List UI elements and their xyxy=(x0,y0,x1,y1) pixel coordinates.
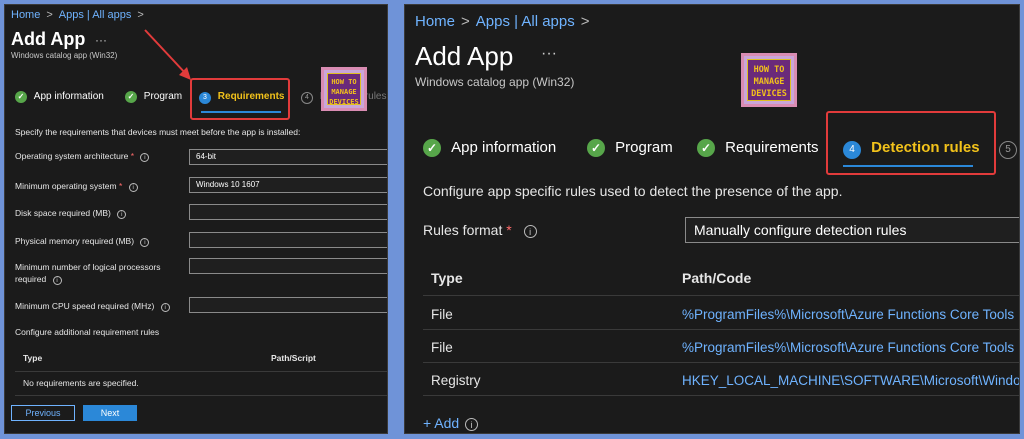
field-label-min-os: Minimum operating system * i xyxy=(15,181,138,192)
table-cell-type: File xyxy=(431,307,453,322)
info-icon[interactable]: i xyxy=(117,210,127,219)
divider xyxy=(423,329,1019,330)
step-app-information[interactable]: ✓ App information xyxy=(15,91,104,103)
breadcrumb-apps[interactable]: Apps | All apps xyxy=(476,13,575,30)
divider xyxy=(423,395,1019,396)
divider xyxy=(15,371,387,372)
next-button[interactable]: Next xyxy=(83,405,137,421)
info-icon[interactable]: i xyxy=(140,153,150,162)
tab-requirements[interactable]: 3 Requirements xyxy=(199,91,284,104)
page-subtitle: Windows catalog app (Win32) xyxy=(11,51,118,60)
step-five[interactable]: 5 xyxy=(999,139,1017,159)
step-label: App information xyxy=(451,139,557,156)
physical-memory-input[interactable] xyxy=(189,232,387,248)
min-os-select[interactable]: Windows 10 1607 xyxy=(189,177,387,193)
active-tab-underline xyxy=(843,165,973,167)
page-title: Add App xyxy=(11,29,86,49)
info-icon[interactable]: i xyxy=(128,183,138,192)
page-title: Add App xyxy=(415,41,514,71)
add-rule-button[interactable]: + Add i xyxy=(423,415,479,431)
check-icon: ✓ xyxy=(697,139,715,157)
divider xyxy=(15,395,387,396)
step-app-information[interactable]: ✓ App information xyxy=(423,139,556,157)
breadcrumb: Home > Apps | All apps > xyxy=(11,9,150,21)
step-label: App information xyxy=(33,91,104,102)
info-icon[interactable]: i xyxy=(160,303,170,312)
active-tab-underline xyxy=(201,111,281,113)
rules-format-label: Rules format * i xyxy=(423,222,537,238)
info-icon[interactable]: i xyxy=(523,225,537,238)
step-number-badge: 4 xyxy=(843,141,861,159)
more-options-button[interactable]: ··· xyxy=(541,45,557,63)
breadcrumb-separator: > xyxy=(137,9,144,21)
check-icon: ✓ xyxy=(423,139,441,157)
right-screenshot-panel: Home > Apps | All apps > Add App ··· Window… xyxy=(404,4,1020,434)
divider xyxy=(423,362,1019,363)
field-label-disk-space: Disk space required (MB) i xyxy=(15,208,127,219)
info-icon[interactable]: i xyxy=(465,418,479,431)
step-program[interactable]: ✓ Program xyxy=(587,139,673,157)
page-subtitle: Windows catalog app (Win32) xyxy=(415,75,575,89)
breadcrumb-home[interactable]: Home xyxy=(11,9,40,21)
breadcrumb-separator: > xyxy=(461,13,470,30)
table-cell-path[interactable]: %ProgramFiles%\Microsoft\Azure Functions… xyxy=(682,307,1014,322)
column-header-path-script: Path/Script xyxy=(271,353,316,363)
step-label: Detection rules xyxy=(871,139,980,156)
field-label-physical-memory: Physical memory required (MB) i xyxy=(15,236,150,247)
os-architecture-select[interactable]: 64-bit xyxy=(189,149,387,165)
table-cell-type: Registry xyxy=(431,373,481,388)
rules-format-select[interactable]: Manually configure detection rules xyxy=(685,217,1019,243)
left-screenshot-panel: Home > Apps | All apps > Add App ··· Window… xyxy=(4,4,388,434)
breadcrumb-apps[interactable]: Apps | All apps xyxy=(59,9,132,21)
breadcrumb: Home > Apps | All apps > xyxy=(415,13,596,30)
previous-button[interactable]: Previous xyxy=(11,405,75,421)
field-label-cpu-speed: Minimum CPU speed required (MHz) i xyxy=(15,301,170,312)
step-label: Requirements xyxy=(725,139,819,156)
field-label-logical-processors: Minimum number of logical processors req… xyxy=(15,262,161,285)
breadcrumb-separator: > xyxy=(46,9,53,21)
step-number-badge: 3 xyxy=(199,92,211,104)
breadcrumb-home[interactable]: Home xyxy=(415,13,455,30)
field-label-os-architecture: Operating system architecture * i xyxy=(15,151,150,162)
intro-text: Specify the requirements that devices mu… xyxy=(15,127,301,137)
description-text: Configure app specific rules used to det… xyxy=(423,183,843,199)
table-cell-path[interactable]: HKEY_LOCAL_MACHINE\SOFTWARE\Microsoft\Wi… xyxy=(682,373,1019,388)
info-icon[interactable]: i xyxy=(52,276,62,285)
red-arrow-annotation xyxy=(144,29,191,80)
step-label: Program xyxy=(143,91,183,102)
table-cell-type: File xyxy=(431,340,453,355)
step-number-badge: 5 xyxy=(999,141,1017,159)
cpu-speed-input[interactable] xyxy=(189,297,387,313)
check-icon: ✓ xyxy=(15,91,27,103)
additional-rules-heading: Configure additional requirement rules xyxy=(15,327,160,337)
divider xyxy=(423,295,1019,296)
step-program[interactable]: ✓ Program xyxy=(125,91,182,103)
check-icon: ✓ xyxy=(125,91,137,103)
tab-detection-rules[interactable]: 4 Detection rules xyxy=(843,139,980,159)
step-requirements[interactable]: ✓ Requirements xyxy=(697,139,819,157)
step-label: Requirements xyxy=(217,91,285,102)
step-label: Program xyxy=(615,139,673,156)
how-to-manage-devices-logo: HOW TO MANAGE DEVICES xyxy=(741,53,797,107)
how-to-manage-devices-logo: HOW TO MANAGE DEVICES xyxy=(321,67,367,111)
column-header-type: Type xyxy=(431,270,463,286)
column-header-path-code: Path/Code xyxy=(682,270,752,286)
check-icon: ✓ xyxy=(587,139,605,157)
logical-processors-input[interactable] xyxy=(189,258,387,274)
info-icon[interactable]: i xyxy=(140,238,150,247)
disk-space-input[interactable] xyxy=(189,204,387,220)
step-number-badge: 4 xyxy=(301,92,313,104)
more-options-button[interactable]: ··· xyxy=(95,33,107,47)
table-cell-path[interactable]: %ProgramFiles%\Microsoft\Azure Functions… xyxy=(682,340,1014,355)
column-header-type: Type xyxy=(23,353,43,363)
empty-table-message: No requirements are specified. xyxy=(23,378,139,388)
breadcrumb-separator: > xyxy=(580,13,590,30)
